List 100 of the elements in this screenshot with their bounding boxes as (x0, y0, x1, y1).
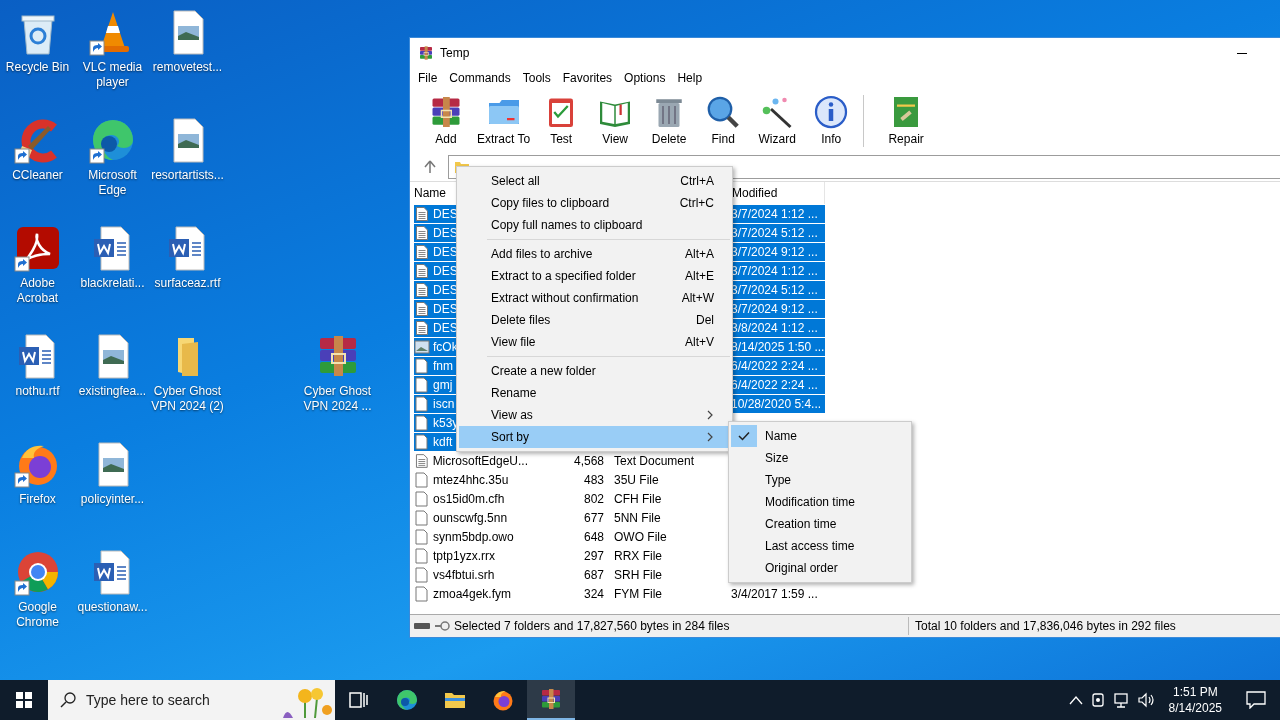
icon-label: Recycle Bin (5, 60, 70, 75)
menu-item[interactable]: Original order (765, 559, 838, 577)
menu-item[interactable]: Type (765, 471, 791, 489)
menu-item[interactable]: Extract without confirmation Alt+W (459, 287, 730, 309)
menu-item[interactable]: Add files to archive Alt+A (459, 243, 730, 265)
file-size: 324 (582, 585, 605, 603)
name-cell[interactable]: tptp1yzx.rrx (410, 546, 528, 565)
info-icon (813, 94, 850, 130)
file-size: 802 (582, 490, 605, 508)
file-icon (414, 471, 430, 488)
text-file-icon (414, 243, 430, 260)
notification-icon[interactable] (1246, 691, 1266, 709)
name-cell[interactable]: mtez4hhc.35u (410, 470, 528, 489)
icon-label: resortartists... (151, 168, 224, 183)
menu-item[interactable]: Create a new folder (459, 360, 730, 382)
menu-item[interactable]: Copy files to clipboard Ctrl+C (459, 192, 730, 214)
file-name: zmoa4gek.fym (433, 585, 512, 603)
key-icon (434, 620, 450, 632)
menu-item[interactable]: Help (671, 69, 709, 87)
file-size: 4,568 (572, 452, 605, 470)
icon-label: surfaceaz.rtf (154, 276, 221, 291)
name-cell[interactable]: ounscwfg.5nn (410, 508, 528, 527)
toolbar-button[interactable]: View (589, 94, 642, 148)
search-box[interactable]: Type here to search (48, 680, 335, 720)
menu-item[interactable]: Favorites (556, 69, 619, 87)
menu-item[interactable]: Select all Ctrl+A (459, 170, 730, 192)
file-size: 687 (582, 566, 605, 584)
file-name: gmj (433, 376, 453, 394)
file-size: 648 (582, 528, 605, 546)
file-name: iscn (433, 395, 455, 413)
status-text: Total 10 folders and 17,836,046 bytes in 292 files (908, 617, 1280, 635)
search-icon (60, 692, 76, 708)
menu-item[interactable]: Delete files Del (459, 309, 730, 331)
name-cell[interactable]: vs4fbtui.srh (410, 565, 528, 584)
window-title: Temp (440, 44, 470, 62)
toolbar-button[interactable]: Info (805, 94, 858, 148)
file-type: RRX File (613, 547, 663, 565)
name-cell[interactable]: synm5bdp.owo (410, 527, 528, 546)
file-name: vs4fbtui.srh (433, 566, 495, 584)
icon-label: existingfea... (78, 384, 147, 399)
menu-item[interactable]: Copy full names to clipboard (459, 214, 730, 236)
search-field[interactable]: Type here to search (84, 688, 254, 712)
toolbar-button[interactable]: Extract To (474, 94, 534, 148)
archive-icon (418, 44, 434, 61)
menu-item[interactable]: Commands (443, 69, 517, 87)
menu-item[interactable]: View as (459, 404, 730, 426)
file-icon (414, 490, 430, 507)
menu-item[interactable]: View file Alt+V (459, 331, 730, 353)
file-icon (414, 414, 430, 431)
toolbar-button[interactable]: Delete (643, 94, 696, 148)
taskbar-app[interactable] (527, 680, 575, 720)
archive-icon (539, 687, 563, 711)
status-text: Selected 7 folders and 17,827,560 bytes in 284 files (454, 618, 730, 635)
up-arrow-icon[interactable] (424, 160, 436, 174)
swirl-logo-icon (395, 688, 419, 712)
menu-item[interactable]: Creation time (765, 515, 837, 533)
toolbar-button[interactable]: Test (535, 94, 588, 148)
file-type: FYM File (613, 585, 663, 603)
toolbar-button[interactable]: Repair (880, 94, 933, 148)
name-cell[interactable]: os15id0m.cfh (410, 489, 528, 508)
name-cell[interactable]: MicrosoftEdgeU... (410, 451, 528, 470)
icon-label: Cyber Ghost VPN 2024 ... (302, 384, 373, 414)
image-file-icon (414, 338, 430, 355)
file-size: 297 (582, 547, 605, 565)
file-type: CFH File (613, 490, 663, 508)
menu-item[interactable]: Options (618, 69, 672, 87)
icon-label: Adobe Acrobat (15, 276, 60, 306)
checkmark-icon (738, 431, 750, 441)
icon-label: Microsoft Edge (87, 168, 138, 198)
file-name: tptp1yzx.rrx (433, 547, 495, 565)
pdf-app-icon[interactable] (13, 224, 62, 272)
toolbar-button[interactable]: Add (420, 94, 472, 148)
browser-icon (491, 688, 515, 712)
icon-label: blackrelati... (80, 276, 145, 291)
menu-item[interactable]: Size (765, 449, 789, 467)
menu-item[interactable]: Extract to a specified folder Alt+E (459, 265, 730, 287)
chevron-up-icon[interactable] (1068, 695, 1083, 705)
text-file-icon (414, 452, 430, 469)
volume-icon[interactable] (1136, 691, 1155, 709)
file-icon (414, 433, 430, 450)
menu-item[interactable]: Modification time (765, 493, 856, 511)
toolbar-button[interactable]: Find (697, 94, 750, 148)
icon-label: Cyber Ghost VPN 2024 (2) (150, 384, 225, 414)
toolbar-button[interactable]: Wizard (751, 94, 804, 148)
menu-item[interactable]: Name (765, 427, 797, 445)
menu-item[interactable]: Sort by (459, 426, 730, 448)
file-icon (414, 528, 430, 545)
menu-item[interactable]: Last access time (765, 537, 855, 555)
network-icon[interactable] (1112, 691, 1131, 709)
menu-item[interactable]: Tools (516, 69, 557, 87)
menu-item[interactable]: File (412, 69, 444, 87)
clock[interactable]: 1:51 PM 8/14/2025 (1160, 684, 1230, 716)
file-icon (414, 395, 430, 412)
file-icon (414, 547, 430, 564)
search-icon (705, 94, 742, 130)
menu-item[interactable]: Rename (459, 382, 730, 404)
file-icon (414, 585, 430, 602)
icon-label: VLC media player (81, 60, 144, 90)
text-file-icon (414, 281, 430, 298)
name-cell[interactable]: zmoa4gek.fym (410, 584, 528, 603)
